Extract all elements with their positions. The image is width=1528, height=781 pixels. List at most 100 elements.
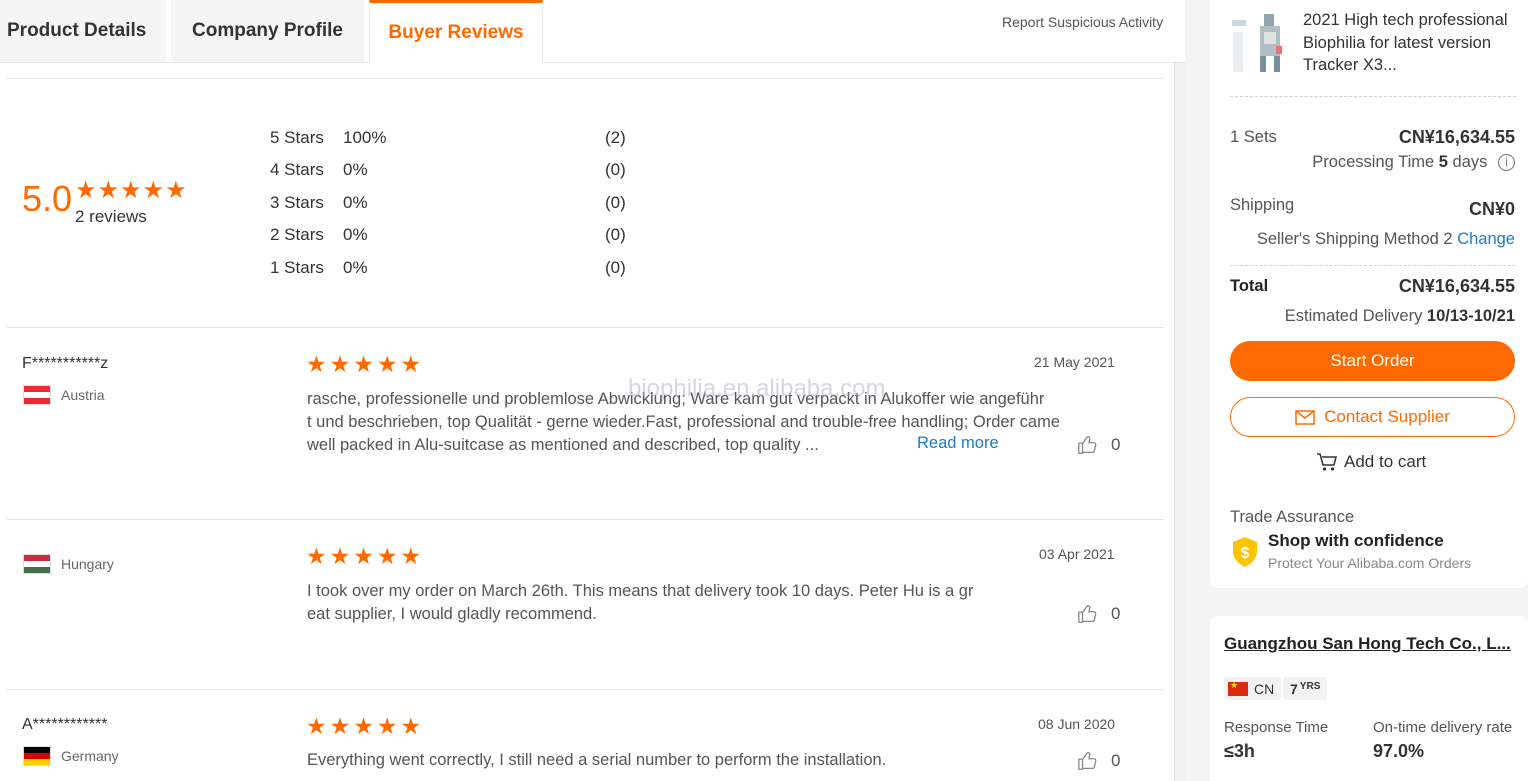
ontime-delivery-label: On-time delivery rate xyxy=(1373,719,1513,736)
start-order-button[interactable]: Start Order xyxy=(1230,341,1515,381)
thumbs-up-icon xyxy=(1078,605,1097,623)
info-icon[interactable]: i xyxy=(1498,154,1515,172)
years-badge: 7 YRS xyxy=(1283,677,1328,700)
divider xyxy=(1230,96,1516,97)
rating-distribution-row: 1 Stars 0% (0) xyxy=(270,258,650,280)
china-flag-icon xyxy=(1228,680,1248,696)
rating-label: 2 Stars xyxy=(270,225,324,244)
shipping-label: Shipping xyxy=(1230,196,1295,214)
estimated-delivery: Estimated Delivery 10/13-10/21 xyxy=(1285,307,1515,326)
review-rating-stars: ★ ★ ★ ★ ★ xyxy=(306,353,421,376)
processing-label: Processing Time xyxy=(1312,153,1435,171)
tab-bar: Product Details Company Profile Buyer Re… xyxy=(0,0,1185,63)
country-code: CN xyxy=(1254,680,1275,697)
trade-assurance-subtext: Protect Your Alibaba.com Orders xyxy=(1268,555,1472,571)
star-icon: ★ xyxy=(75,177,97,204)
tab-company-profile[interactable]: Company Profile xyxy=(171,0,364,62)
star-icon: ★ xyxy=(353,543,374,569)
star-icon: ★ xyxy=(329,713,351,739)
review-text-line: I took over my order on March 26th. This… xyxy=(307,582,974,600)
reviewer-country: Germany xyxy=(61,748,119,764)
trade-assurance-headline: Shop with confidence xyxy=(1268,531,1444,550)
star-icon: ★ xyxy=(400,543,422,569)
years-unit: YRS xyxy=(1299,681,1321,692)
rating-count: (0) xyxy=(605,225,626,244)
delivery-dates: 10/13-10/21 xyxy=(1426,307,1515,325)
shipping-price: CN¥0 xyxy=(1468,199,1515,219)
quantity-label: 1 Sets xyxy=(1230,128,1277,146)
rating-label: 4 Stars xyxy=(270,160,324,179)
product-title[interactable]: 2021 High tech professional Biophilia fo… xyxy=(1303,9,1518,77)
star-icon: ★ xyxy=(120,177,142,204)
envelope-icon xyxy=(1295,409,1315,425)
austria-flag-icon xyxy=(23,385,51,405)
company-name-link[interactable]: Guangzhou San Hong Tech Co., L... xyxy=(1224,634,1511,654)
svg-text:$: $ xyxy=(1241,545,1250,562)
star-icon: ★ xyxy=(400,351,422,377)
rating-label: 1 Stars xyxy=(270,258,324,277)
tab-buyer-reviews[interactable]: Buyer Reviews xyxy=(369,0,543,63)
star-icon: ★ xyxy=(376,713,398,739)
scrollbar[interactable] xyxy=(1174,63,1185,781)
country-badge: CN xyxy=(1224,677,1282,700)
reviewer-country: Austria xyxy=(61,387,105,403)
star-icon: ★ xyxy=(165,177,187,204)
star-icon: ★ xyxy=(353,713,374,739)
rating-distribution-row: 2 Stars 0% (0) xyxy=(270,225,650,247)
rating-percent: 0% xyxy=(343,160,368,179)
rating-count: (0) xyxy=(605,258,626,277)
rating-distribution-row: 5 Stars 100% (2) xyxy=(270,128,650,150)
rating-percent: 0% xyxy=(343,193,368,212)
delivery-label: Estimated Delivery xyxy=(1284,307,1423,325)
star-icon: ★ xyxy=(376,543,398,569)
trade-assurance-title: Trade Assurance xyxy=(1230,508,1355,526)
rating-count: (0) xyxy=(605,160,626,179)
read-more-link[interactable]: Read more xyxy=(917,434,999,453)
tab-product-details[interactable]: Product Details xyxy=(0,0,166,62)
star-icon: ★ xyxy=(400,713,422,739)
shipping-method-row: Seller's Shipping Method 2 Change xyxy=(1257,230,1515,249)
contact-supplier-button[interactable]: Contact Supplier xyxy=(1230,397,1515,437)
change-shipping-link[interactable]: Change xyxy=(1457,230,1515,248)
star-icon: ★ xyxy=(353,351,374,377)
add-to-cart-button[interactable]: Add to cart xyxy=(1316,452,1426,472)
review-text: I took over my order on March 26th. This… xyxy=(307,580,1082,626)
response-time-value: ≤3h xyxy=(1224,741,1255,761)
divider xyxy=(7,327,1164,328)
hungary-flag-icon xyxy=(23,554,51,574)
add-to-cart-label: Add to cart xyxy=(1344,452,1427,471)
processing-days: 5 xyxy=(1438,153,1448,171)
rating-distribution-row: 3 Stars 0% (0) xyxy=(270,193,650,215)
review-date: 21 May 2021 xyxy=(1034,354,1115,370)
review-text-line: rasche, professionelle und problemlose A… xyxy=(307,390,1045,408)
rating-count: (0) xyxy=(605,193,626,212)
average-rating-stars: ★ ★ ★ ★ ★ xyxy=(75,179,187,203)
cart-icon xyxy=(1317,453,1337,471)
divider xyxy=(7,519,1164,520)
total-price: CN¥16,634.55 xyxy=(1398,276,1515,296)
processing-time: Processing Time 5 days i xyxy=(1312,153,1515,172)
thumbs-up-icon xyxy=(1078,752,1097,770)
review-text: Everything went correctly, I still need … xyxy=(307,749,1082,772)
star-icon: ★ xyxy=(329,543,351,569)
helpful-count: 0 xyxy=(1111,604,1121,623)
helpful-button[interactable]: 0 xyxy=(1077,603,1120,625)
report-suspicious-link[interactable]: Report Suspicious Activity xyxy=(1002,14,1163,30)
reviewer-name: A************ xyxy=(22,716,108,733)
star-icon: ★ xyxy=(329,351,351,377)
helpful-count: 0 xyxy=(1111,435,1121,454)
review-text-line: Everything went correctly, I still need … xyxy=(307,751,887,769)
trade-assurance-shield-icon: $ xyxy=(1231,536,1259,568)
rating-label: 3 Stars xyxy=(270,193,324,212)
germany-flag-icon xyxy=(23,746,51,766)
rating-percent: 0% xyxy=(343,225,368,244)
thumbs-up-icon xyxy=(1078,436,1097,454)
helpful-button[interactable]: 0 xyxy=(1077,434,1120,456)
helpful-button[interactable]: 0 xyxy=(1077,750,1120,772)
product-thumbnail[interactable] xyxy=(1230,12,1292,74)
divider xyxy=(7,78,1164,79)
unit-price: CN¥16,634.55 xyxy=(1398,127,1515,147)
star-icon: ★ xyxy=(306,713,327,739)
divider xyxy=(7,689,1164,690)
star-icon: ★ xyxy=(306,543,327,569)
